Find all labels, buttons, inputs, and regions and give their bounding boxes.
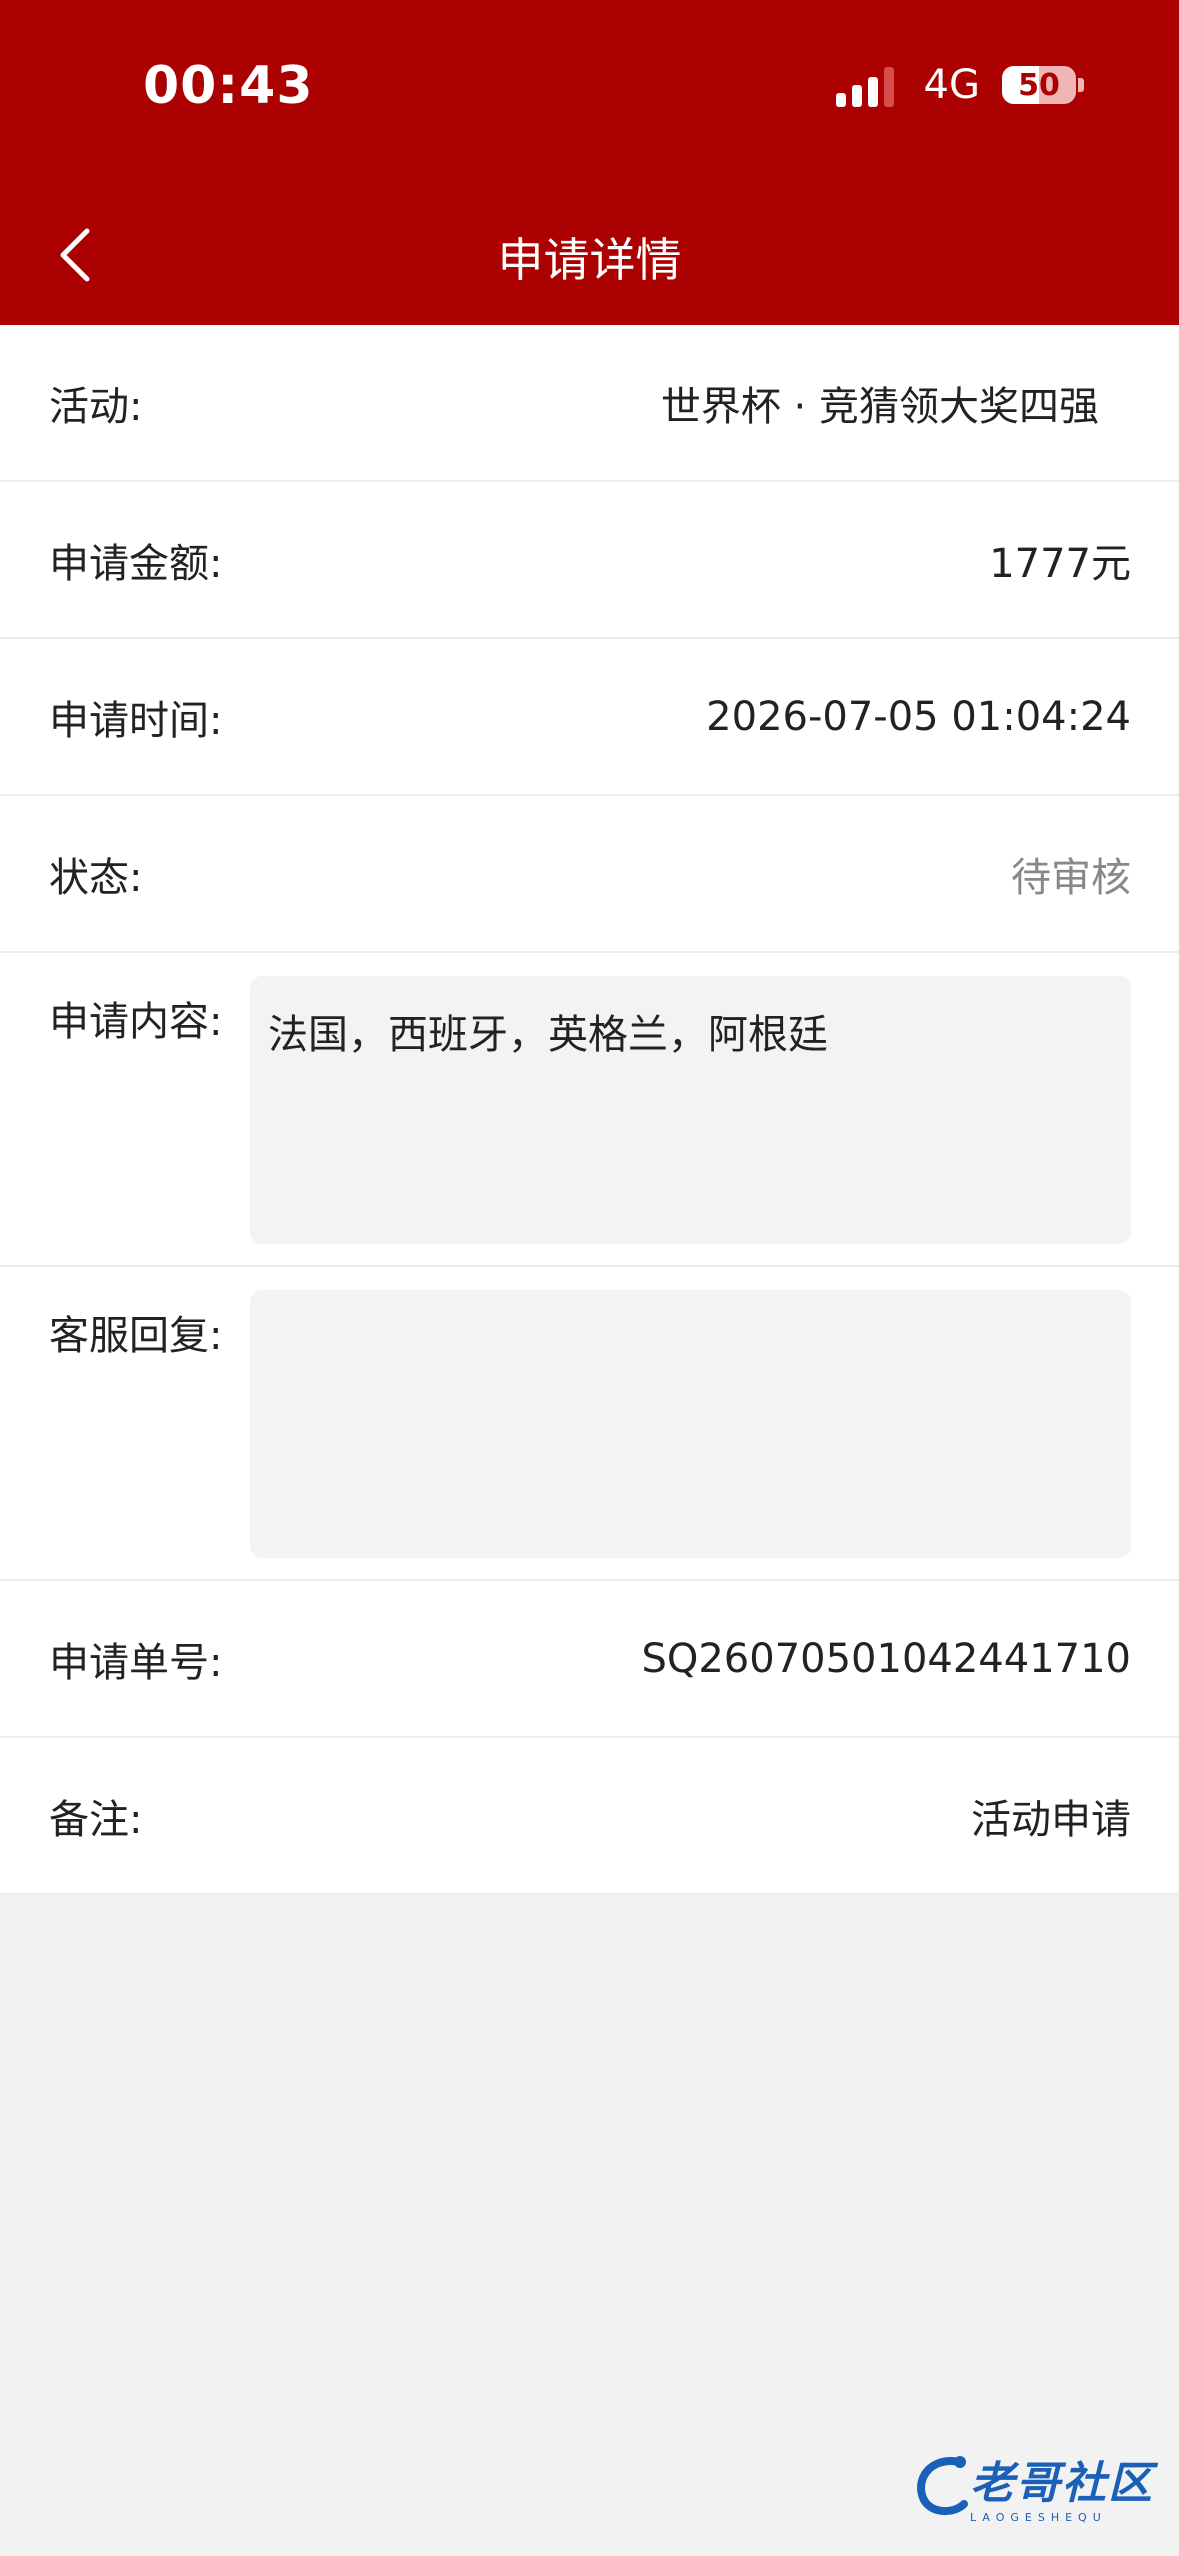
remark-value: 活动申请 — [971, 1796, 1131, 1843]
status-time: 00:43 — [143, 56, 314, 116]
detail-row-remark: 备注: 活动申请 — [0, 1738, 1179, 1895]
detail-row-reply: 客服回复: — [0, 1267, 1179, 1581]
dragon-logo-icon — [917, 2456, 968, 2515]
time-value: 2026-07-05 01:04:24 — [706, 693, 1131, 740]
remark-label: 备注: — [49, 1796, 143, 1843]
order-number-value: SQ26070501042441710 — [641, 1635, 1131, 1682]
amount-value: 1777元 — [989, 540, 1131, 587]
status-badge: 待审核 — [1011, 854, 1131, 901]
signal-icon — [835, 63, 894, 107]
page-title: 申请详情 — [497, 233, 682, 287]
reply-label: 客服回复: — [49, 1313, 223, 1359]
content-label: 申请内容: — [49, 999, 223, 1045]
watermark-text: 老哥社区 — [970, 2457, 1154, 2509]
activity-value: 世界杯 · 竞猜领大奖四强 — [660, 383, 1099, 430]
watermark-subtext: LAOGESHEQU — [970, 2510, 1107, 2524]
detail-list: 活动: 世界杯 · 竞猜领大奖四强 申请金额: 1777元 申请时间: 2026… — [0, 325, 1179, 1895]
top-bar: 00:43 4G 50 申请详情 — [0, 0, 1179, 325]
detail-row-amount: 申请金额: 1777元 — [0, 482, 1179, 639]
detail-row-time: 申请时间: 2026-07-05 01:04:24 — [0, 639, 1179, 796]
amount-label: 申请金额: — [49, 540, 223, 587]
detail-row-activity: 活动: 世界杯 · 竞猜领大奖四强 — [0, 325, 1179, 482]
activity-label: 活动: — [49, 383, 143, 430]
detail-row-status: 状态: 待审核 — [0, 796, 1179, 953]
battery-icon: 50 — [1002, 66, 1084, 104]
reply-textbox — [250, 1290, 1131, 1558]
time-label: 申请时间: — [49, 697, 223, 744]
detail-row-content: 申请内容: 法国，西班牙，英格兰，阿根廷 — [0, 953, 1179, 1267]
status-label: 状态: — [49, 854, 143, 901]
content-textbox: 法国，西班牙，英格兰，阿根廷 — [250, 976, 1131, 1244]
order-number-label: 申请单号: — [49, 1639, 223, 1686]
detail-row-order-number: 申请单号: SQ26070501042441710 — [0, 1581, 1179, 1738]
status-indicators: 4G 50 — [835, 62, 1084, 108]
watermark-logo: 老哥社区 LAOGESHEQU — [910, 2440, 1160, 2530]
battery-percent: 50 — [1018, 67, 1060, 103]
network-label: 4G — [923, 62, 980, 108]
